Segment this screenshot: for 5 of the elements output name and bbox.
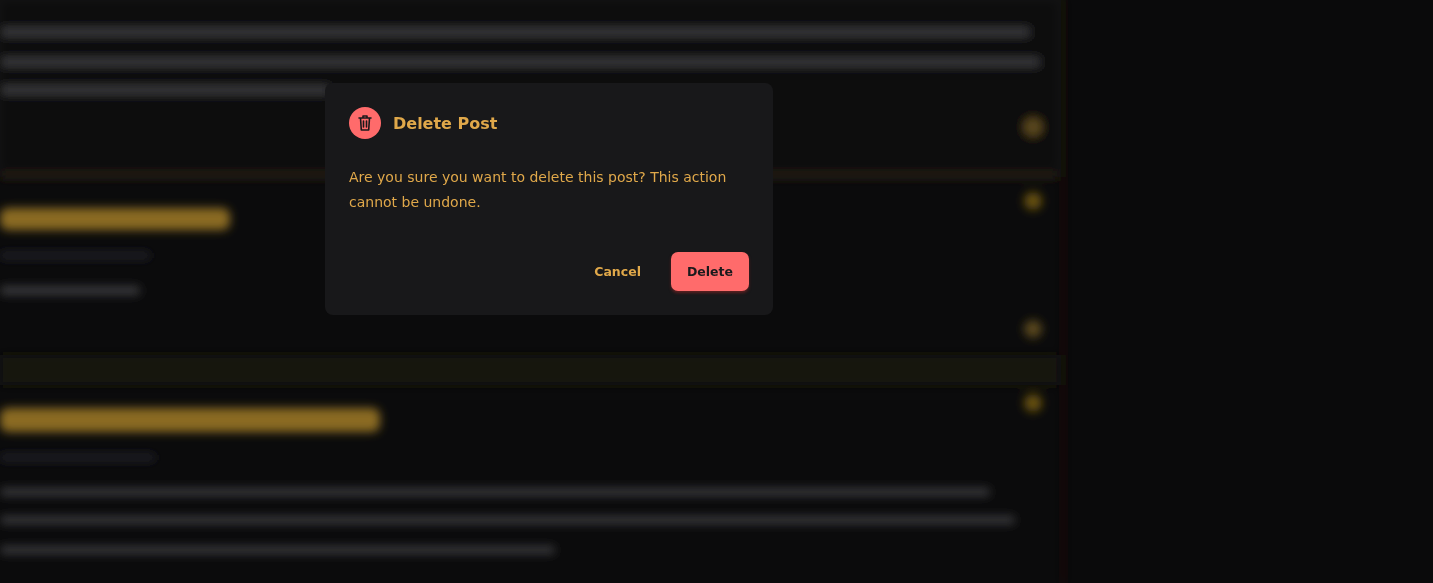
dialog-title: Delete Post — [393, 113, 498, 133]
delete-button[interactable]: Delete — [670, 252, 749, 291]
cancel-button[interactable]: Cancel — [578, 252, 657, 291]
trash-icon — [349, 107, 381, 139]
dialog-message: Are you sure you want to delete this post? This action cannot be undone. — [349, 168, 728, 212]
